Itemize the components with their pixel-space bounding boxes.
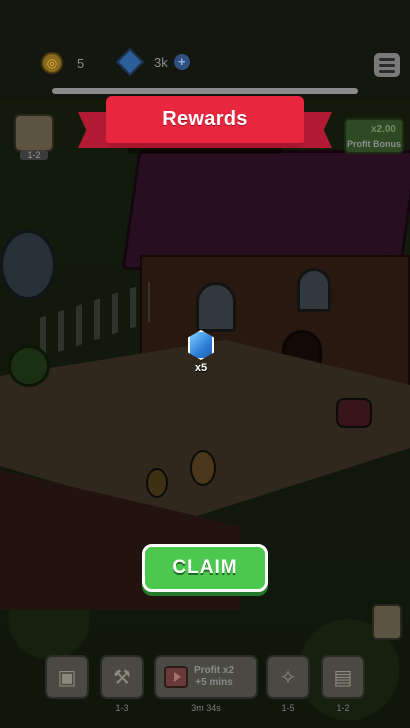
gem-counter: 3k + xyxy=(115,47,190,77)
level-progress-fill xyxy=(52,88,358,94)
menu-icon-line xyxy=(379,63,395,67)
gem-icon xyxy=(115,47,145,77)
guest-icon: ✧ xyxy=(279,666,297,689)
rewards-banner: Rewards xyxy=(78,96,332,158)
profit-boost-button[interactable]: Profit x2 +5 mins xyxy=(154,655,258,699)
profit-boost-timer: 3m 34s xyxy=(191,703,221,713)
menu-icon-line xyxy=(379,57,395,61)
map-button[interactable]: 1-2 xyxy=(14,114,54,160)
profit-boost-label: Profit x2 +5 mins xyxy=(194,665,234,689)
coin-amount: 5 xyxy=(77,55,85,71)
upgrade-caption: 1-3 xyxy=(115,703,129,713)
rewards-title: Rewards xyxy=(106,96,304,148)
add-gems-button[interactable]: + xyxy=(173,54,190,70)
profit-bonus-button[interactable]: x2.00 Profit Bonus xyxy=(344,118,404,154)
furniture-button[interactable]: ▤ xyxy=(321,655,365,699)
hammer-icon: ⚒ xyxy=(113,666,131,689)
manager-icon: ▣ xyxy=(57,666,77,689)
claim-button[interactable]: CLAIM xyxy=(142,544,268,592)
coin-counter: ◎ 5 xyxy=(41,52,84,74)
profit-bonus-label: Profit Bonus xyxy=(347,139,401,149)
gem-amount: 3k xyxy=(154,54,168,70)
coin-icon: ◎ xyxy=(41,52,63,74)
menu-button[interactable] xyxy=(374,53,400,77)
menu-icon-line xyxy=(379,69,395,73)
top-bar: ◎ 5 3k + xyxy=(0,0,410,100)
map-level-label: 1-2 xyxy=(20,150,48,160)
upgrade-button[interactable]: ⚒ xyxy=(100,655,144,699)
manager-button[interactable]: ▣ xyxy=(45,655,89,699)
profit-boost-line2: +5 mins xyxy=(195,677,233,688)
reward-item: x5 xyxy=(186,330,216,374)
profit-boost-line1: Profit x2 xyxy=(194,665,235,676)
reward-quantity: x5 xyxy=(194,362,208,374)
level-progress-bar xyxy=(52,88,358,94)
profit-bonus-multiplier: x2.00 xyxy=(370,124,396,135)
furniture-icon: ▤ xyxy=(333,666,353,689)
ribbon-shadow xyxy=(128,148,282,154)
gem-icon xyxy=(188,330,214,360)
guests-button[interactable]: ✧ xyxy=(266,655,310,699)
tv-ad-icon xyxy=(164,666,188,688)
furniture-caption: 1-2 xyxy=(336,703,350,713)
guests-caption: 1-5 xyxy=(281,703,295,713)
quest-card-button[interactable] xyxy=(372,604,402,640)
